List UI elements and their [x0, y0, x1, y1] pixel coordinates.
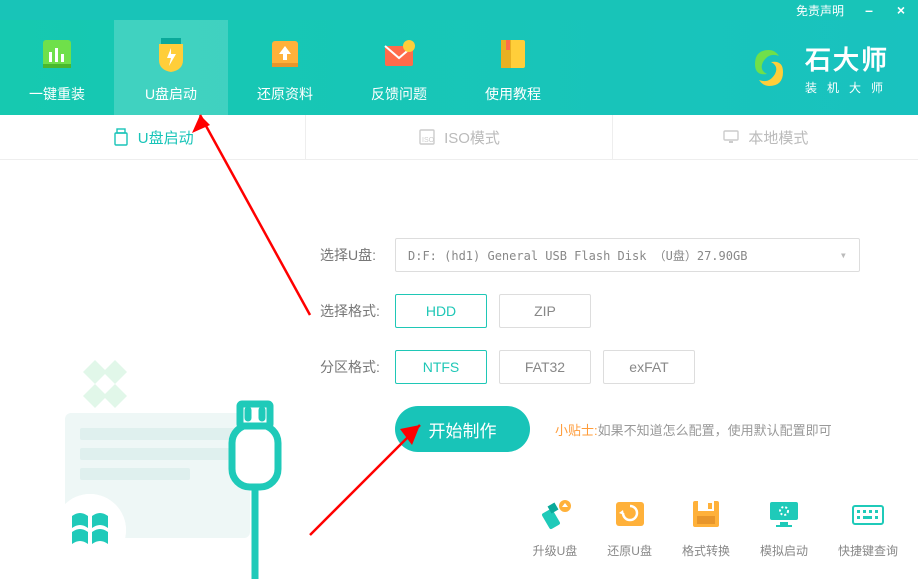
subtab-usb[interactable]: U盘启动: [0, 115, 306, 159]
usb-up-icon: [535, 494, 575, 534]
usb-select[interactable]: D:F: (hd1) General USB Flash Disk （U盘）27…: [395, 238, 860, 272]
tool-label: 升级U盘: [533, 542, 578, 559]
illustration: [0, 160, 310, 579]
nav-label: 还原资料: [257, 84, 313, 104]
tip-label: 小贴士:: [555, 423, 598, 438]
floppy-icon: [686, 494, 726, 534]
svg-text:ISO: ISO: [422, 137, 435, 144]
close-button[interactable]: ×: [894, 2, 908, 18]
nav-label: 一键重装: [29, 84, 85, 104]
partition-option-fat32[interactable]: FAT32: [499, 350, 591, 384]
top-nav: 一键重装 U盘启动 还原资料 反馈问题 使用教程: [0, 20, 570, 115]
tip-text: 小贴士:如果不知道怎么配置，使用默认配置即可: [555, 420, 832, 439]
sub-tabs: U盘启动 ISO ISO模式 本地模式: [0, 115, 918, 160]
tool-label: 格式转换: [682, 542, 730, 559]
format-option-hdd[interactable]: HDD: [395, 294, 487, 328]
tool-label: 还原U盘: [607, 542, 652, 559]
nav-label: 使用教程: [485, 84, 541, 104]
partition-option-exfat[interactable]: exFAT: [603, 350, 695, 384]
tool-upgrade-usb[interactable]: 升级U盘: [533, 494, 578, 559]
nav-label: U盘启动: [145, 84, 197, 104]
header: 一键重装 U盘启动 还原资料 反馈问题 使用教程: [0, 20, 918, 115]
shield-flash-icon: [149, 32, 193, 76]
usb-select-label: 选择U盘:: [320, 245, 395, 265]
tool-format-convert[interactable]: 格式转换: [682, 494, 730, 559]
partition-label: 分区格式:: [320, 357, 395, 377]
subtab-label: ISO模式: [444, 127, 500, 148]
tool-simulate-boot[interactable]: 模拟启动: [760, 494, 808, 559]
bar-chart-icon: [35, 32, 79, 76]
tool-label: 快捷键查询: [838, 542, 898, 559]
brand: 石大师 装机大师: [745, 20, 918, 115]
iso-icon: ISO: [418, 128, 436, 146]
tool-restore-usb[interactable]: 还原U盘: [607, 494, 652, 559]
upload-box-icon: [263, 32, 307, 76]
nav-label: 反馈问题: [371, 84, 427, 104]
brand-subtitle: 装机大师: [805, 79, 893, 96]
usb-illustration-icon: [0, 160, 310, 579]
book-icon: [491, 32, 535, 76]
format-option-zip[interactable]: ZIP: [499, 294, 591, 328]
usb-icon: [112, 128, 130, 146]
tool-hotkey-query[interactable]: 快捷键查询: [838, 494, 898, 559]
nav-restore[interactable]: 还原资料: [228, 20, 342, 115]
chevron-down-icon: ▾: [840, 248, 847, 262]
tip-content: 如果不知道怎么配置，使用默认配置即可: [598, 423, 832, 438]
subtab-label: 本地模式: [748, 127, 808, 148]
titlebar: 免责声明 – ×: [0, 0, 918, 20]
start-button[interactable]: 开始制作: [395, 406, 530, 452]
mail-icon: [377, 32, 421, 76]
restore-icon: [610, 494, 650, 534]
monitor-icon: [722, 128, 740, 146]
nav-tutorial[interactable]: 使用教程: [456, 20, 570, 115]
minimize-button[interactable]: –: [862, 2, 876, 18]
usb-select-value: D:F: (hd1) General USB Flash Disk （U盘）27…: [408, 247, 747, 264]
disclaimer-link[interactable]: 免责声明: [796, 2, 844, 19]
brand-logo-icon: [745, 44, 793, 92]
brand-title: 石大师: [805, 40, 893, 77]
nav-feedback[interactable]: 反馈问题: [342, 20, 456, 115]
partition-option-ntfs[interactable]: NTFS: [395, 350, 487, 384]
nav-reinstall[interactable]: 一键重装: [0, 20, 114, 115]
bottom-tools: 升级U盘 还原U盘 格式转换 模拟启动 快捷键查询: [533, 494, 898, 559]
format-label: 选择格式:: [320, 301, 395, 321]
tool-label: 模拟启动: [760, 542, 808, 559]
keyboard-icon: [848, 494, 888, 534]
subtab-label: U盘启动: [138, 127, 194, 148]
subtab-local[interactable]: 本地模式: [613, 115, 918, 159]
monitor-boot-icon: [764, 494, 804, 534]
subtab-iso[interactable]: ISO ISO模式: [306, 115, 612, 159]
nav-usb-boot[interactable]: U盘启动: [114, 20, 228, 115]
